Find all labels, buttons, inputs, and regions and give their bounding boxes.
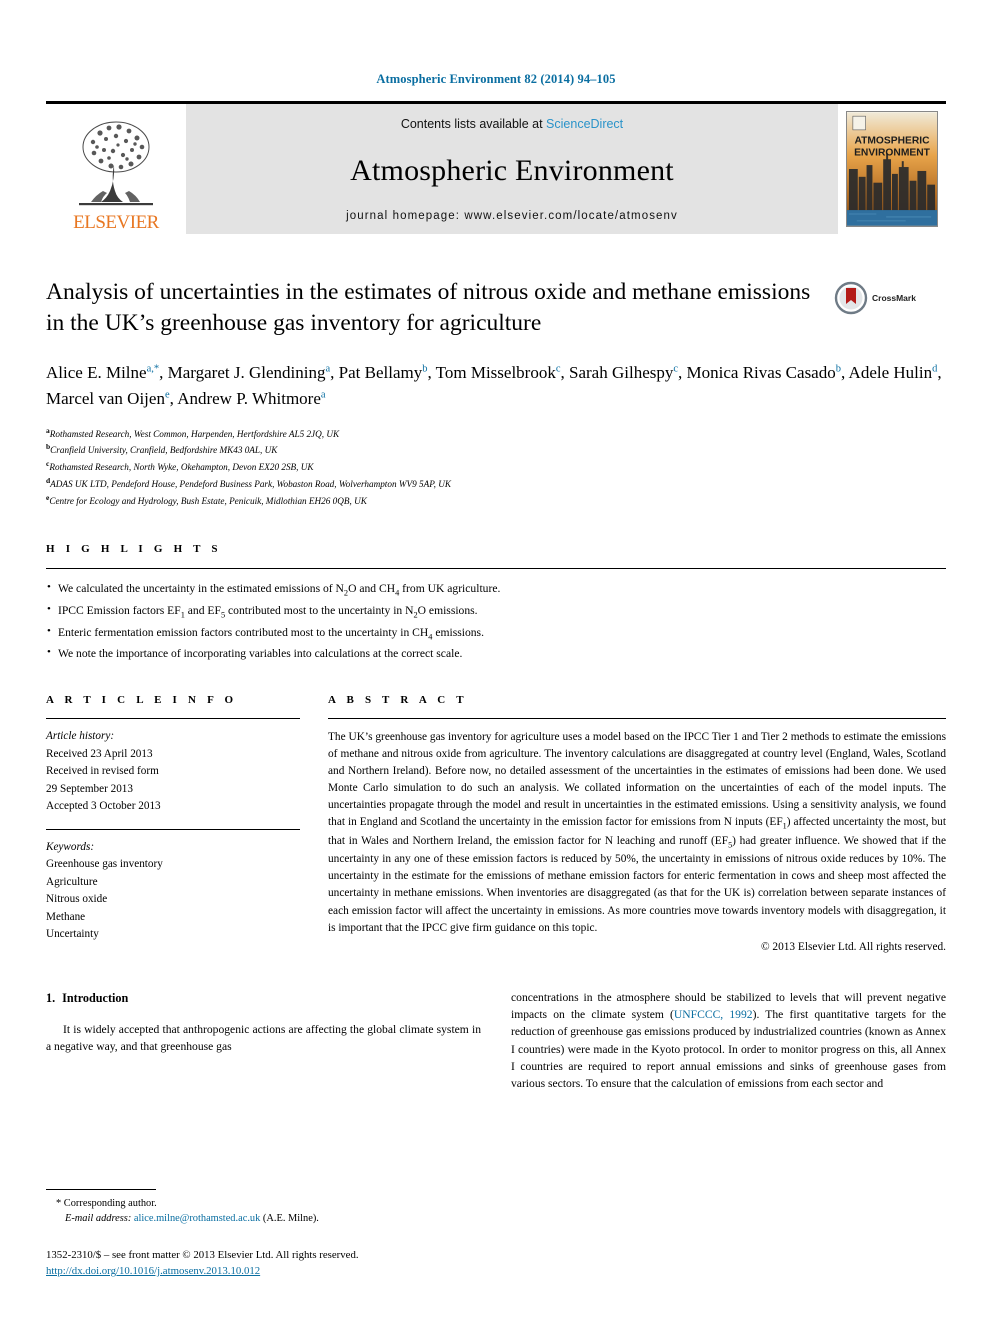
article-info-column: A R T I C L E I N F O Article history: R…: [46, 694, 300, 952]
page-footer: 1352-2310/$ – see front matter © 2013 El…: [46, 1247, 566, 1279]
email-label: E-mail address:: [65, 1213, 132, 1225]
affiliation-mark: b: [46, 442, 51, 452]
svg-text:ATMOSPHERIC: ATMOSPHERIC: [854, 136, 930, 147]
affiliation-mark: c: [46, 459, 50, 469]
keyword-item: Agriculture: [46, 875, 98, 888]
article-history-item: Received 23 April 2013: [46, 747, 153, 760]
highlight-item: We calculated the uncertainty in the est…: [46, 578, 946, 601]
journal-banner: ELSEVIER Contents lists available at Sci…: [46, 101, 946, 234]
article-history-label: Article history:: [46, 730, 115, 743]
affiliation-list: aRothamsted Research, West Common, Harpe…: [46, 425, 946, 510]
elsevier-wordmark: ELSEVIER: [73, 212, 159, 233]
author-list: Alice E. Milnea,*, Margaret J. Glendinin…: [46, 362, 942, 408]
affiliation-item: eCentre for Ecology and Hydrology, Bush …: [46, 493, 367, 507]
highlight-item: IPCC Emission factors EF1 and EF5 contri…: [46, 600, 946, 623]
citation-link[interactable]: UNFCCC, 1992: [674, 1008, 753, 1021]
sciencedirect-link[interactable]: ScienceDirect: [546, 117, 623, 131]
highlights-heading: H I G H L I G H T S: [46, 543, 222, 556]
running-head: Atmospheric Environment 82 (2014) 94–105: [376, 72, 616, 86]
keywords-label: Keywords:: [46, 840, 95, 853]
abstract-copyright: © 2013 Elsevier Ltd. All rights reserved…: [760, 940, 946, 953]
journal-cover: ATMOSPHERIC ENVIRONMENT: [838, 104, 946, 234]
page-title: Analysis of uncertainties in the estimat…: [46, 279, 811, 337]
contents-lists-line: Contents lists available at ScienceDirec…: [401, 117, 623, 131]
affiliation-mark: d: [46, 476, 51, 486]
journal-banner-center: Contents lists available at ScienceDirec…: [186, 104, 838, 234]
author-name: Andrew P. Whitmorea: [177, 388, 326, 408]
corresponding-author-line: * Corresponding author.: [56, 1197, 157, 1209]
email-link[interactable]: alice.milne@rothamsted.ac.uk: [134, 1213, 260, 1224]
body-columns: 1. Introduction It is widely accepted tha…: [46, 989, 946, 1093]
author-affiliation-mark: a: [320, 388, 326, 400]
article-info-heading: A R T I C L E I N F O: [46, 694, 238, 707]
email-suffix: (A.E. Milne).: [262, 1213, 319, 1225]
abstract-column: A B S T R A C T The UK’s greenhouse gas …: [328, 694, 947, 953]
author-name: Margaret J. Glendininga: [167, 362, 331, 382]
affiliation-mark: e: [46, 493, 50, 503]
author-name: Monica Rivas Casadob: [686, 362, 841, 382]
author-affiliation-mark: a,*: [146, 362, 160, 374]
email-line: E-mail address: alice.milne@rothamsted.a…: [46, 1211, 476, 1227]
section-heading-introduction: 1. Introduction: [46, 989, 481, 1007]
author-name: Alice E. Milnea,*: [46, 362, 160, 382]
article-history-item: Accepted 3 October 2013: [46, 800, 161, 813]
journal-title: Atmospheric Environment: [350, 153, 674, 187]
journal-cover-image: ATMOSPHERIC ENVIRONMENT: [846, 111, 938, 227]
article-history: Article history: Received 23 April 2013 R…: [46, 719, 300, 815]
crossmark-label: CrossMark: [872, 293, 916, 303]
highlight-item: Enteric fermentation emission factors co…: [46, 622, 946, 645]
keyword-item: Uncertainty: [46, 928, 99, 941]
highlights-section: H I G H L I G H T S We calculated the un…: [46, 543, 946, 664]
footnote-rule: [46, 1188, 156, 1190]
body-column-left: 1. Introduction It is widely accepted tha…: [46, 989, 481, 1093]
affiliation-item: bCranfield University, Cranfield, Bedfor…: [46, 442, 278, 456]
author-name: Sarah Gilhespyc: [569, 362, 679, 382]
affiliation-item: dADAS UK LTD, Pendeford House, Pendeford…: [46, 476, 451, 490]
crossmark-badge[interactable]: CrossMark: [834, 277, 946, 315]
paper-page: Atmospheric Environment 82 (2014) 94–105: [0, 0, 992, 1323]
author-affiliation-mark: c: [555, 362, 561, 374]
author-name: Tom Misselbrookc: [435, 362, 561, 382]
crossmark-icon: [834, 281, 868, 315]
cover-artwork: ATMOSPHERIC ENVIRONMENT: [847, 112, 937, 226]
author-affiliation-mark: b: [422, 362, 428, 374]
intro-paragraph-left: It is widely accepted that anthropogenic…: [46, 1022, 481, 1054]
author-affiliation-mark: e: [164, 388, 170, 400]
info-abstract-row: A R T I C L E I N F O Article history: R…: [46, 694, 947, 953]
keyword-item: Greenhouse gas inventory: [46, 858, 163, 871]
author-name: Adele Hulind: [848, 362, 938, 382]
affiliation-mark: a: [46, 425, 50, 435]
section-number: 1.: [46, 990, 56, 1005]
keyword-item: Nitrous oxide: [46, 893, 108, 906]
affiliation-item: cRothamsted Research, North Wyke, Okeham…: [46, 459, 314, 473]
elsevier-tree-icon: [79, 121, 153, 206]
title-block: Analysis of uncertainties in the estimat…: [46, 277, 946, 340]
affiliation-item: aRothamsted Research, West Common, Harpe…: [46, 425, 340, 439]
body-column-right: concentrations in the atmosphere should …: [511, 989, 946, 1093]
article-history-item: 29 September 2013: [46, 782, 133, 795]
contents-prefix: Contents lists available at: [400, 117, 543, 131]
keywords-block: Keywords: Greenhouse gas inventory Agricu…: [46, 830, 300, 944]
author-name: Marcel van Oijene: [46, 388, 170, 408]
highlights-list: We calculated the uncertainty in the est…: [46, 569, 946, 664]
abstract-heading: A B S T R A C T: [328, 694, 468, 707]
journal-homepage: journal homepage: www.elsevier.com/locat…: [346, 210, 678, 222]
intro-paragraph-right: concentrations in the atmosphere should …: [511, 990, 947, 1091]
elsevier-logo: ELSEVIER: [46, 104, 186, 234]
article-history-item: Received in revised form: [46, 765, 159, 778]
author-affiliation-mark: c: [673, 362, 679, 374]
author-affiliation-mark: b: [835, 362, 841, 374]
highlight-item: We note the importance of incorporating …: [46, 643, 946, 664]
abstract-body: The UK’s greenhouse gas inventory for ag…: [328, 731, 947, 934]
author-name: Pat Bellamyb: [338, 362, 428, 382]
issn-line: 1352-2310/$ – see front matter © 2013 El…: [46, 1248, 359, 1261]
section-title: Introduction: [62, 990, 129, 1005]
doi-link[interactable]: http://dx.doi.org/10.1016/j.atmosenv.201…: [46, 1265, 260, 1277]
author-affiliation-mark: d: [932, 362, 938, 374]
keyword-item: Methane: [46, 910, 86, 923]
svg-text:ENVIRONMENT: ENVIRONMENT: [854, 147, 931, 158]
corresponding-author-footnote: * Corresponding author. E-mail address: …: [46, 1188, 476, 1227]
author-affiliation-mark: a: [325, 362, 331, 374]
